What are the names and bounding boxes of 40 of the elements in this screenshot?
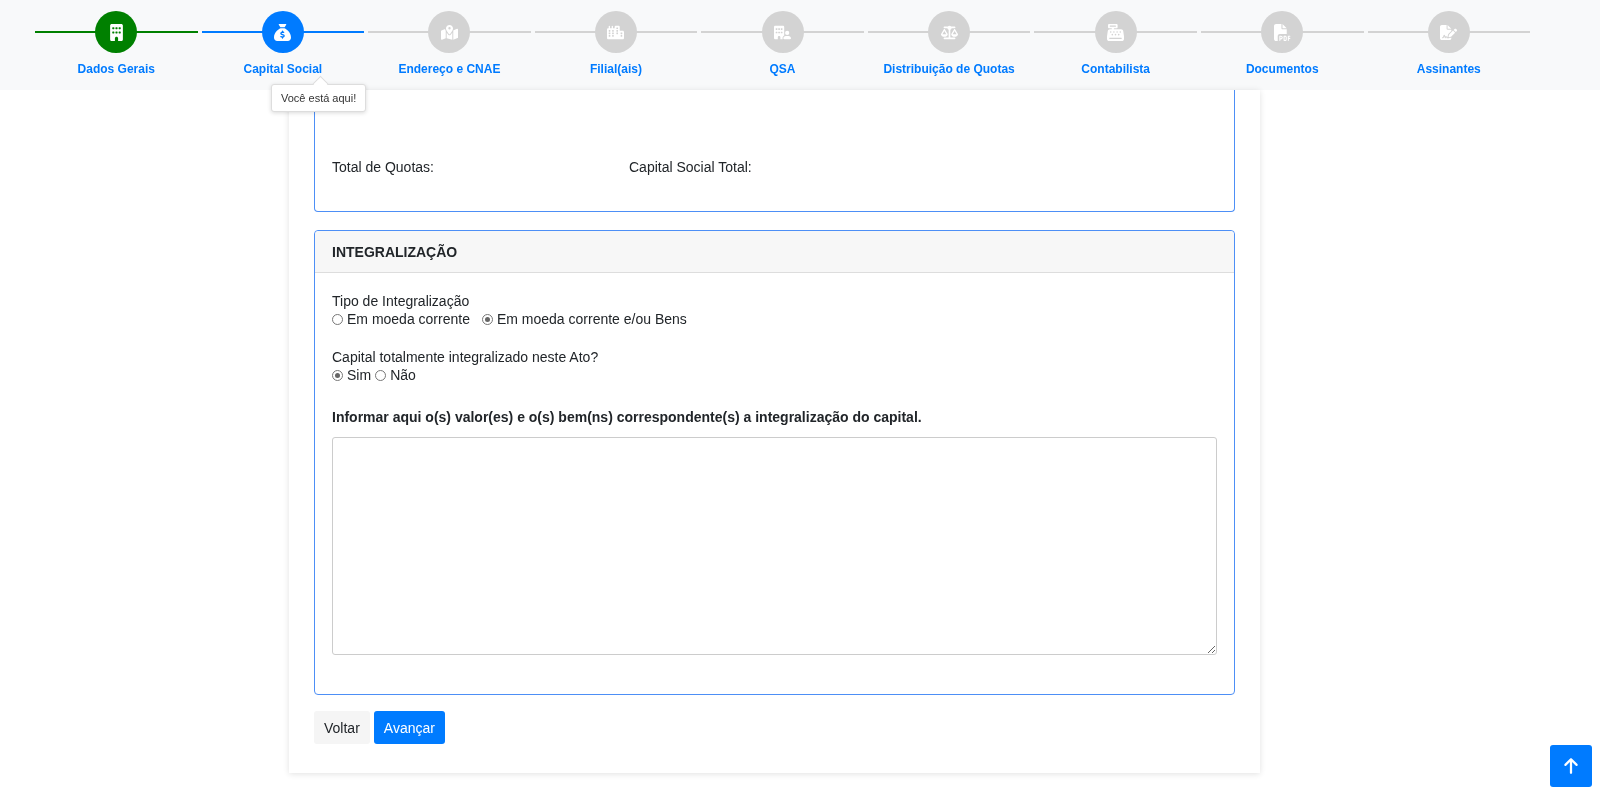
- signature-file-icon: [1440, 23, 1458, 41]
- arrow-up-icon: [1562, 757, 1580, 775]
- total-quotas-label: Total de Quotas:: [332, 159, 435, 175]
- step-label[interactable]: Endereço e CNAE: [398, 62, 501, 76]
- radio-icon[interactable]: [375, 369, 387, 381]
- radio-option[interactable]: Em moeda corrente e/ou Bens: [481, 311, 687, 327]
- radio-option[interactable]: Sim: [332, 367, 372, 383]
- step-label[interactable]: Distribuição de Quotas: [883, 62, 1015, 76]
- radio-checked-icon[interactable]: [332, 369, 343, 381]
- step-label[interactable]: Capital Social: [243, 62, 323, 76]
- step-label[interactable]: Dados Gerais: [77, 62, 155, 76]
- capital-total-label: Capital Social Total:: [629, 159, 752, 175]
- city-icon: [607, 23, 625, 41]
- step-label[interactable]: Filial(ais): [589, 62, 642, 76]
- map-pin-icon: [440, 23, 458, 41]
- text-area[interactable]: [332, 437, 1217, 655]
- pdf-file-icon: [1273, 23, 1291, 41]
- back-button[interactable]: Voltar: [314, 711, 370, 744]
- step-label[interactable]: Documentos: [1245, 62, 1319, 76]
- radio-checked-icon[interactable]: [481, 313, 493, 325]
- tooltip: Você está aqui!: [271, 84, 367, 112]
- field-label: Capital totalmente integralizado neste Ato?: [332, 349, 600, 365]
- step-circle[interactable]: [95, 11, 138, 53]
- scroll-top-button[interactable]: [1550, 745, 1592, 787]
- building-icon: [107, 23, 125, 41]
- step-label[interactable]: Assinantes: [1416, 62, 1481, 76]
- panel-title: INTEGRALIZAÇÃO: [315, 231, 1234, 273]
- scale-icon: [940, 23, 958, 41]
- step-label[interactable]: QSA: [769, 62, 796, 76]
- radio-option[interactable]: Em moeda corrente: [332, 311, 470, 327]
- step-circle[interactable]: [261, 11, 304, 53]
- radio-option[interactable]: Não: [375, 367, 416, 383]
- money-bag-icon: [274, 23, 292, 41]
- step-label[interactable]: Contabilista: [1081, 62, 1150, 76]
- radio-icon[interactable]: [332, 313, 343, 325]
- field-label: Tipo de Integralização: [332, 293, 471, 309]
- building-user-icon: [774, 23, 792, 41]
- cash-register-icon: [1107, 23, 1125, 41]
- next-button[interactable]: Avançar: [373, 711, 445, 744]
- instructions-text: Informar aqui o(s) valor(es) e o(s) bem(ns) correspondente(s) a integralização do capital.: [332, 409, 923, 425]
